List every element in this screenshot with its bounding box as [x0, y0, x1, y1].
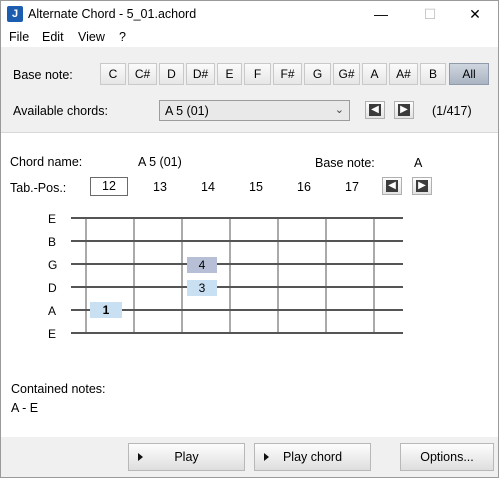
options-button[interactable]: Options... — [400, 443, 494, 471]
fretboard — [71, 217, 403, 334]
finger-marker-g-string: 4 — [187, 257, 217, 273]
play-chord-button[interactable]: Play chord — [254, 443, 371, 471]
finger-marker-a-string: 1 — [90, 302, 122, 318]
options-button-label: Options... — [420, 450, 474, 464]
app-window: J Alternate Chord - 5_01.achord — ☐ ✕ Fi… — [0, 0, 499, 478]
play-button-label: Play — [174, 450, 199, 464]
play-button[interactable]: Play — [128, 443, 245, 471]
contained-notes-value: A - E — [11, 401, 39, 415]
finger-marker-d-string: 3 — [187, 280, 217, 296]
play-chord-button-label: Play chord — [282, 450, 343, 464]
contained-notes-label: Contained notes: — [11, 382, 106, 396]
